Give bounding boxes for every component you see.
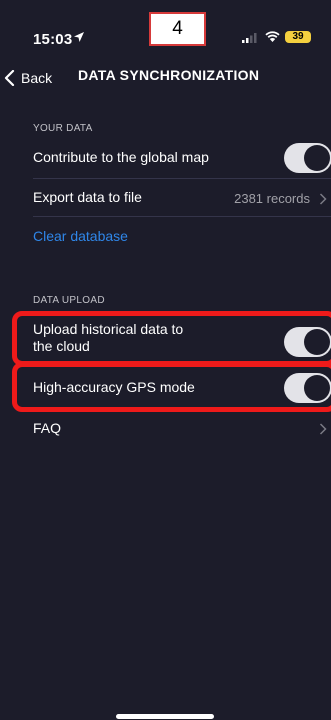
upload-label-line-1: Upload historical data to (33, 321, 184, 337)
export-label[interactable]: Export data to file (33, 189, 142, 205)
location-arrow-icon (74, 32, 84, 42)
chevron-right-icon (319, 193, 327, 205)
back-label: Back (21, 70, 53, 86)
toggle-knob (304, 329, 330, 355)
section-header-your-data: YOUR DATA (33, 123, 93, 134)
faq-label[interactable]: FAQ (33, 420, 61, 436)
export-records-count: 2381 records (234, 191, 310, 206)
divider (33, 178, 331, 179)
toggle-knob (304, 375, 330, 401)
page-title: DATA SYNCHRONIZATION (78, 67, 260, 83)
chevron-left-icon (4, 70, 15, 86)
wifi-icon (265, 31, 280, 42)
battery-icon: 39 (285, 31, 311, 43)
section-header-data-upload: DATA UPLOAD (33, 295, 105, 306)
home-indicator[interactable] (116, 714, 214, 719)
contribute-toggle[interactable] (284, 143, 331, 173)
gps-mode-toggle[interactable] (284, 373, 331, 403)
signal-icon (242, 33, 257, 43)
toggle-knob (304, 145, 330, 171)
divider (33, 216, 331, 217)
back-button[interactable]: Back (4, 68, 52, 88)
upload-label-line-2: the cloud (33, 338, 90, 354)
status-bar: 15:03 4 39 (0, 0, 331, 48)
upload-historical-toggle[interactable] (284, 327, 331, 357)
status-time: 15:03 (33, 31, 73, 48)
clear-database-link[interactable]: Clear database (33, 228, 128, 244)
chevron-right-icon (319, 423, 327, 435)
gps-mode-label: High-accuracy GPS mode (33, 379, 195, 395)
upload-historical-label: Upload historical data to the cloud (33, 321, 183, 355)
overlay-number-label: 4 (149, 12, 206, 46)
contribute-label: Contribute to the global map (33, 149, 209, 165)
